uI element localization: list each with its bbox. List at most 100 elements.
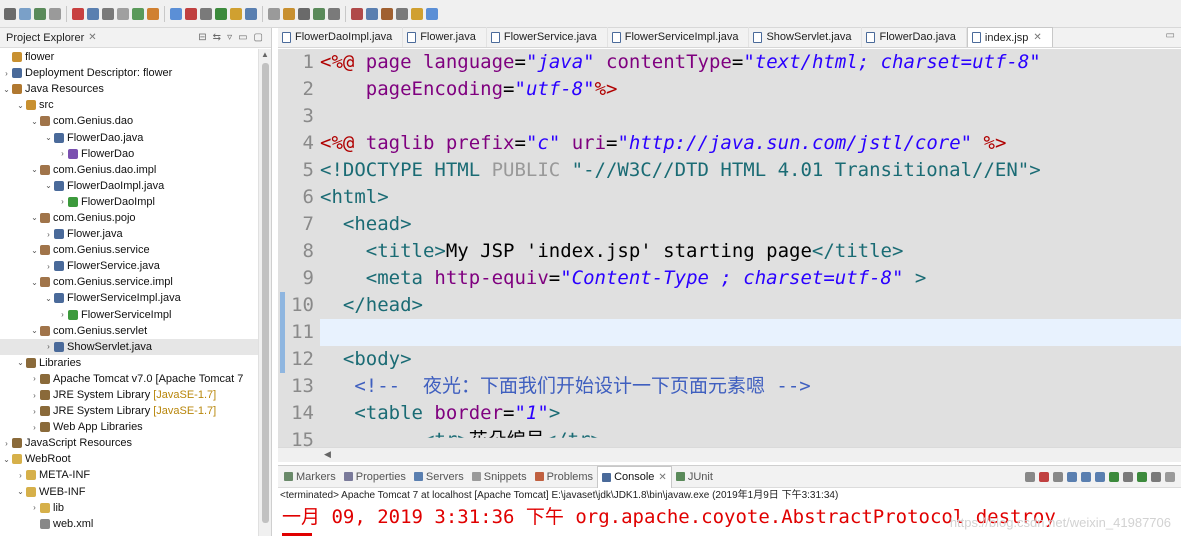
- collapsed-arrow-icon[interactable]: ›: [30, 423, 39, 432]
- editor-minimize-icon[interactable]: ▭: [1166, 30, 1181, 45]
- explorer-title[interactable]: Project Explorer: [6, 32, 84, 44]
- tree-item[interactable]: ⌄ Java Resources: [0, 81, 258, 97]
- console-tool-icon[interactable]: [1165, 471, 1175, 482]
- code-text[interactable]: <%@ page language="java" contentType="te…: [320, 49, 1181, 447]
- editor-tab[interactable]: FlowerDaoImpl.java: [278, 27, 404, 47]
- console-tab-problems[interactable]: Problems: [531, 471, 597, 483]
- tree-item[interactable]: ⌄ com.Genius.dao.impl: [0, 162, 258, 178]
- console-tab-properties[interactable]: Properties: [340, 471, 410, 483]
- toolbar-tool-icon[interactable]: [351, 7, 363, 20]
- expanded-arrow-icon[interactable]: ⌄: [16, 101, 25, 110]
- expanded-arrow-icon[interactable]: ⌄: [30, 213, 39, 222]
- tree-item[interactable]: › FlowerDaoImpl: [0, 194, 258, 210]
- tree-item[interactable]: › JRE System Library [JavaSE-1.7]: [0, 403, 258, 419]
- expanded-arrow-icon[interactable]: ⌄: [30, 246, 39, 255]
- console-tab-servers[interactable]: Servers: [410, 471, 468, 483]
- tree-item[interactable]: › FlowerService.java: [0, 258, 258, 274]
- close-icon[interactable]: ✕: [1033, 32, 1041, 43]
- toolbar-tool-icon[interactable]: [411, 7, 423, 20]
- toolbar-tool-icon[interactable]: [147, 7, 159, 20]
- explorer-scrollbar[interactable]: ▲: [258, 49, 271, 536]
- console-tool-icon[interactable]: [1109, 471, 1119, 482]
- close-icon[interactable]: ✕: [658, 472, 666, 483]
- expanded-arrow-icon[interactable]: ⌄: [30, 165, 39, 174]
- expanded-arrow-icon[interactable]: ⌄: [30, 117, 39, 126]
- collapsed-arrow-icon[interactable]: ›: [44, 262, 53, 271]
- toolbar-tool-icon[interactable]: [170, 7, 182, 20]
- toolbar-tool-icon[interactable]: [313, 7, 325, 20]
- minimize-icon[interactable]: ▭: [238, 32, 247, 43]
- console-tool-icon[interactable]: [1151, 471, 1161, 482]
- toolbar-tool-icon[interactable]: [34, 7, 46, 20]
- collapsed-arrow-icon[interactable]: ›: [2, 69, 11, 78]
- tree-item[interactable]: ⌄ com.Genius.service.impl: [0, 274, 258, 290]
- toolbar-tool-icon[interactable]: [4, 7, 16, 20]
- maximize-icon[interactable]: ▢: [254, 32, 263, 43]
- tree-item[interactable]: ⌄ FlowerDaoImpl.java: [0, 178, 258, 194]
- collapsed-arrow-icon[interactable]: ›: [30, 391, 39, 400]
- link-editor-icon[interactable]: ⇆: [213, 32, 221, 43]
- toolbar-tool-icon[interactable]: [381, 7, 393, 20]
- console-tool-icon[interactable]: [1123, 471, 1133, 482]
- collapsed-arrow-icon[interactable]: ›: [30, 407, 39, 416]
- collapsed-arrow-icon[interactable]: ›: [58, 197, 67, 206]
- editor-tab[interactable]: index.jsp ✕: [966, 27, 1053, 47]
- tree-item[interactable]: › Deployment Descriptor: flower: [0, 65, 258, 81]
- tree-item[interactable]: flower: [0, 49, 258, 65]
- console-tool-icon[interactable]: [1067, 471, 1077, 482]
- expanded-arrow-icon[interactable]: ⌄: [44, 294, 53, 303]
- expanded-arrow-icon[interactable]: ⌄: [16, 487, 25, 496]
- collapsed-arrow-icon[interactable]: ›: [30, 503, 39, 512]
- console-tool-icon[interactable]: [1137, 471, 1147, 482]
- collapsed-arrow-icon[interactable]: ›: [44, 230, 53, 239]
- toolbar-tool-icon[interactable]: [230, 7, 242, 20]
- tree-item[interactable]: › JavaScript Resources: [0, 435, 258, 451]
- editor-tab[interactable]: ShowServlet.java: [749, 27, 863, 47]
- expanded-arrow-icon[interactable]: ⌄: [2, 455, 11, 464]
- console-tab-markers[interactable]: Markers: [280, 471, 340, 483]
- tree-item[interactable]: web.xml: [0, 516, 258, 532]
- tree-item[interactable]: › Web App Libraries: [0, 419, 258, 435]
- tree-item[interactable]: › FlowerDao: [0, 146, 258, 162]
- toolbar-tool-icon[interactable]: [215, 7, 227, 20]
- expanded-arrow-icon[interactable]: ⌄: [2, 85, 11, 94]
- toolbar-tool-icon[interactable]: [366, 7, 378, 20]
- expanded-arrow-icon[interactable]: ⌄: [30, 326, 39, 335]
- editor-tab[interactable]: FlowerServiceImpl.java: [608, 27, 750, 47]
- tree-item[interactable]: ⌄ com.Genius.servlet: [0, 323, 258, 339]
- toolbar-tool-icon[interactable]: [49, 7, 61, 20]
- console-tool-icon[interactable]: [1039, 471, 1049, 482]
- collapsed-arrow-icon[interactable]: ›: [30, 374, 39, 383]
- scroll-thumb[interactable]: [262, 63, 269, 523]
- editor-tab[interactable]: Flower.java: [403, 27, 487, 47]
- collapse-all-icon[interactable]: ⊟: [198, 32, 206, 43]
- tree-item[interactable]: › ShowServlet.java: [0, 338, 258, 355]
- tree-item[interactable]: › lib: [0, 500, 258, 516]
- expanded-arrow-icon[interactable]: ⌄: [44, 133, 53, 142]
- toolbar-tool-icon[interactable]: [426, 7, 438, 20]
- toolbar-tool-icon[interactable]: [87, 7, 99, 20]
- tree-item[interactable]: ⌄ com.Genius.pojo: [0, 210, 258, 226]
- tree-item[interactable]: ⌄ Libraries: [0, 355, 258, 371]
- expanded-arrow-icon[interactable]: ⌄: [16, 358, 25, 367]
- expanded-arrow-icon[interactable]: ⌄: [30, 278, 39, 287]
- tree-item[interactable]: › JRE System Library [JavaSE-1.7]: [0, 387, 258, 403]
- console-tool-icon[interactable]: [1095, 471, 1105, 482]
- collapsed-arrow-icon[interactable]: ›: [58, 149, 67, 158]
- tree-item[interactable]: ⌄ FlowerServiceImpl.java: [0, 290, 258, 306]
- editor-tab[interactable]: FlowerDao.java: [862, 27, 967, 47]
- tree-item[interactable]: ⌄ src: [0, 97, 258, 113]
- tree-item[interactable]: › FlowerServiceImpl: [0, 307, 258, 323]
- toolbar-tool-icon[interactable]: [72, 7, 84, 20]
- collapsed-arrow-icon[interactable]: ›: [16, 471, 25, 480]
- tree-item[interactable]: ⌄ FlowerDao.java: [0, 129, 258, 145]
- editor-horizontal-scrollbar[interactable]: ◀: [278, 447, 1181, 462]
- console-tab-junit[interactable]: JUnit: [672, 471, 717, 483]
- collapsed-arrow-icon[interactable]: ›: [58, 310, 67, 319]
- toolbar-tool-icon[interactable]: [268, 7, 280, 20]
- tree-item[interactable]: ⌄ com.Genius.dao: [0, 113, 258, 129]
- tree-item[interactable]: ⌄ WebRoot: [0, 451, 258, 467]
- console-tool-icon[interactable]: [1081, 471, 1091, 482]
- toolbar-tool-icon[interactable]: [19, 7, 31, 20]
- toolbar-tool-icon[interactable]: [283, 7, 295, 20]
